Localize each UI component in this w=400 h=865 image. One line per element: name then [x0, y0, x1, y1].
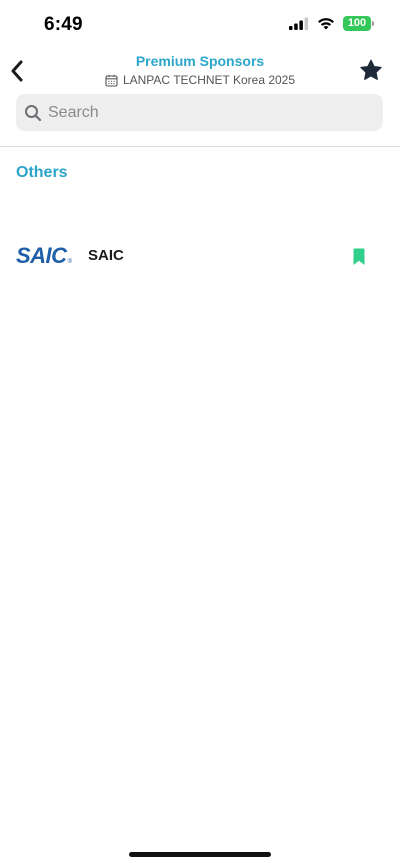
- chevron-left-icon: [11, 60, 23, 82]
- bookmark-button[interactable]: [351, 247, 367, 266]
- battery-cap: [372, 21, 374, 26]
- status-bar: 6:49 100: [0, 0, 400, 50]
- home-indicator: [129, 852, 271, 857]
- sponsor-logo-text: SAIC: [16, 243, 67, 268]
- star-icon: [360, 59, 382, 80]
- page-title: Premium Sponsors: [135, 53, 265, 69]
- sponsor-logo: SAIC ®: [16, 243, 72, 269]
- search-input[interactable]: [48, 97, 368, 128]
- sponsor-row[interactable]: SAIC ® SAIC: [0, 236, 400, 276]
- battery-level: 100: [343, 16, 371, 31]
- status-icons: 100: [289, 16, 374, 31]
- calendar-icon: [105, 74, 118, 87]
- wifi-icon: [318, 18, 334, 30]
- battery-indicator: 100: [343, 16, 374, 31]
- cellular-signal-icon: [289, 17, 309, 30]
- header-title-group: Premium Sponsors LANPAC TECHNET Korea 20…: [60, 53, 340, 87]
- event-name: LANPAC TECHNET Korea 2025: [122, 73, 296, 87]
- sponsor-name: SAIC: [88, 247, 124, 264]
- sponsor-logo-registered-mark: ®: [67, 259, 72, 265]
- status-time: 6:49: [44, 14, 83, 35]
- search-bar[interactable]: [16, 94, 383, 131]
- favorite-button[interactable]: [358, 57, 384, 83]
- search-icon: [24, 104, 42, 122]
- back-button[interactable]: [6, 56, 28, 86]
- event-subtitle: LANPAC TECHNET Korea 2025: [60, 73, 340, 87]
- bookmark-icon: [353, 248, 365, 265]
- section-title-others: Others: [16, 164, 68, 181]
- navigation-header: Premium Sponsors LANPAC TECHNET Korea 20…: [0, 50, 400, 94]
- header-divider: [0, 146, 400, 147]
